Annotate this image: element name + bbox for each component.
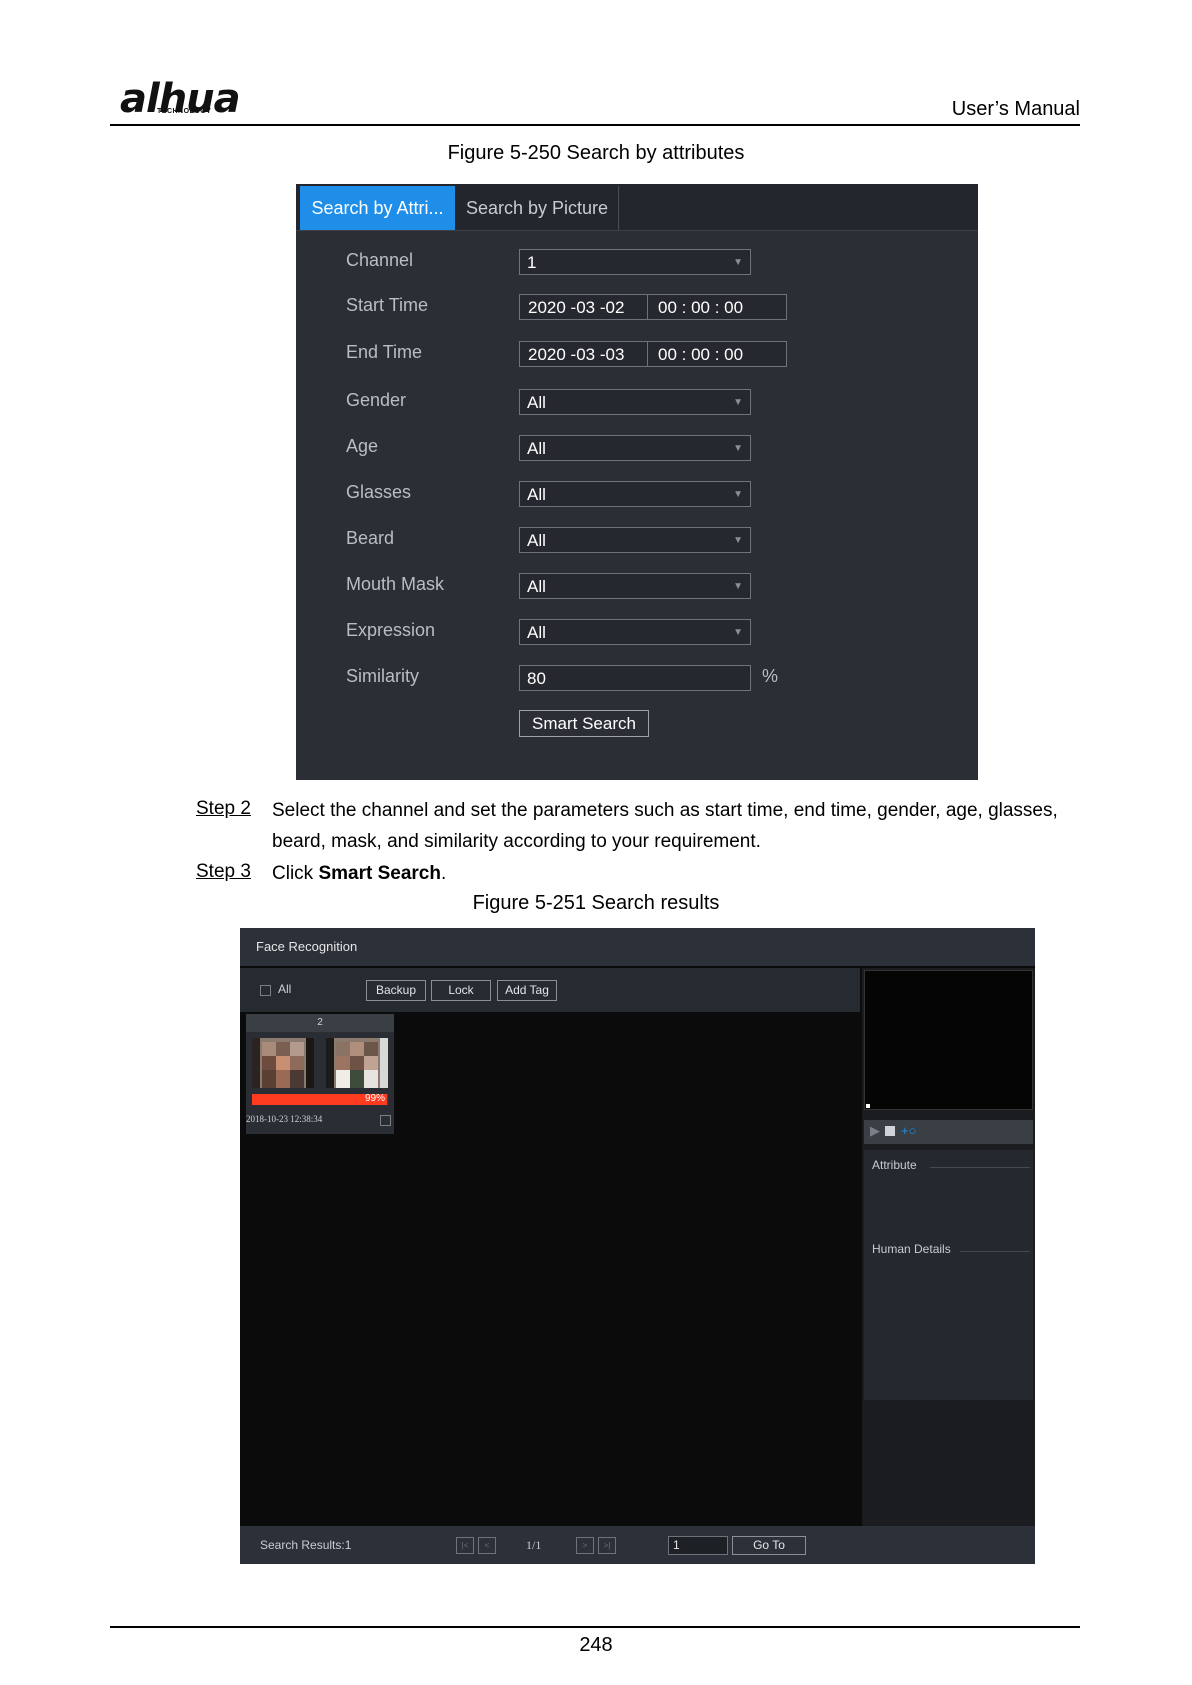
channel-label: Channel	[346, 250, 414, 270]
preview-marker	[866, 1104, 870, 1108]
end-date-value: 2020 -03 -03	[528, 345, 625, 364]
expression-label: Expression	[346, 620, 436, 640]
end-time-input[interactable]: 2020 -03 -03 00 : 00 : 00	[519, 341, 787, 367]
start-clock-value: 00 : 00 : 00	[658, 298, 744, 317]
gender-label: Gender	[346, 390, 407, 410]
similarity-unit: %	[762, 666, 779, 686]
time-divider	[647, 342, 648, 366]
goto-button[interactable]: Go To	[732, 1536, 806, 1555]
figure1-caption: Figure 5-250 Search by attributes	[447, 142, 745, 164]
play-icon[interactable]: ▶	[870, 1123, 880, 1139]
face-thumbnail	[326, 1038, 388, 1088]
step-3-text: Click Smart Search.	[272, 858, 1082, 889]
playback-controls: ▶ +○	[864, 1120, 1033, 1144]
window-title: Face Recognition	[240, 928, 1035, 966]
age-select[interactable]: All ▼	[519, 435, 751, 461]
step-3-label: Step 3	[196, 861, 251, 882]
tab-search-by-attributes[interactable]: Search by Attri...	[300, 186, 455, 230]
step-3-bold: Smart Search	[318, 863, 441, 884]
result-timestamp: 2018-10-23 12:38:34	[246, 1114, 323, 1124]
next-page-button[interactable]: >	[576, 1537, 594, 1554]
mouth-mask-label: Mouth Mask	[346, 574, 445, 594]
page-number: 248	[579, 1634, 613, 1656]
result-count: 2	[246, 1014, 394, 1032]
similarity-bar: 99%	[252, 1093, 388, 1105]
search-results-window: Face Recognition All Backup Lock Add Tag…	[240, 928, 1035, 1564]
glasses-select[interactable]: All ▼	[519, 481, 751, 507]
chevron-down-icon: ▼	[733, 581, 743, 592]
mouth-mask-value: All	[527, 577, 546, 596]
human-details-label: Human Details	[872, 1242, 951, 1256]
video-preview	[864, 970, 1033, 1110]
step-3-suffix: .	[440, 863, 447, 884]
similarity-percent: 99%	[364, 1093, 385, 1104]
search-attributes-panel: Search by Attri... Search by Picture Cha…	[296, 184, 978, 780]
mouth-mask-select[interactable]: All ▼	[519, 573, 751, 599]
logo-subtitle: TECHNOLOGY	[157, 108, 212, 115]
chevron-down-icon: ▼	[733, 257, 743, 268]
detail-panel: ▶ +○ Attribute Human Details	[862, 968, 1035, 1564]
similarity-input[interactable]: 80	[519, 665, 751, 691]
chevron-down-icon: ▼	[733, 397, 743, 408]
chevron-down-icon: ▼	[733, 627, 743, 638]
chevron-down-icon: ▼	[733, 443, 743, 454]
lock-button[interactable]: Lock	[431, 980, 491, 1001]
info-panel: Attribute Human Details	[864, 1150, 1033, 1400]
beard-select[interactable]: All ▼	[519, 527, 751, 553]
smart-search-button[interactable]: Smart Search	[519, 710, 649, 737]
end-time-label: End Time	[346, 342, 423, 362]
tab-search-by-picture[interactable]: Search by Picture	[456, 186, 619, 230]
goto-page-input[interactable]: 1	[668, 1536, 728, 1555]
stop-icon[interactable]	[885, 1126, 895, 1136]
channel-value: 1	[527, 253, 537, 272]
add-tag-icon[interactable]: +○	[901, 1123, 916, 1138]
similarity-value: 80	[527, 669, 546, 688]
divider	[960, 1251, 1030, 1252]
result-card[interactable]: 2 99% 2018-10-23 12:38:34	[246, 1014, 394, 1134]
attribute-label: Attribute	[872, 1158, 917, 1172]
step-2-label: Step 2	[196, 798, 251, 819]
first-page-button[interactable]: |<	[456, 1537, 474, 1554]
step-3-prefix: Click	[272, 863, 319, 884]
divider	[930, 1167, 1030, 1168]
similarity-label: Similarity	[346, 666, 420, 686]
beard-value: All	[527, 531, 546, 550]
prev-page-button[interactable]: <	[478, 1537, 496, 1554]
backup-button[interactable]: Backup	[366, 980, 426, 1001]
age-value: All	[527, 439, 546, 458]
gender-select[interactable]: All ▼	[519, 389, 751, 415]
status-bar: Search Results:1 |< < 1/1 > >| 1 Go To	[240, 1526, 1035, 1564]
age-label: Age	[346, 436, 379, 456]
end-clock-value: 00 : 00 : 00	[658, 345, 744, 364]
page-indicator: 1/1	[526, 1538, 542, 1552]
glasses-value: All	[527, 485, 546, 504]
results-toolbar: All Backup Lock Add Tag	[240, 968, 860, 1012]
start-time-label: Start Time	[346, 295, 429, 315]
result-checkbox[interactable]	[380, 1115, 391, 1126]
time-divider	[647, 295, 648, 319]
dahua-logo: alhua	[120, 76, 241, 122]
step-2-text: Select the channel and set the parameter…	[272, 800, 1058, 852]
last-page-button[interactable]: >|	[598, 1537, 616, 1554]
figure2-caption: Figure 5-251 Search results	[472, 892, 720, 914]
start-time-input[interactable]: 2020 -03 -02 00 : 00 : 00	[519, 294, 787, 320]
search-results-count: Search Results:1	[260, 1538, 352, 1552]
manual-title: User’s Manual	[951, 98, 1080, 120]
select-all-label: All	[278, 982, 292, 996]
expression-select[interactable]: All ▼	[519, 619, 751, 645]
chevron-down-icon: ▼	[733, 489, 743, 500]
glasses-label: Glasses	[346, 482, 412, 502]
beard-label: Beard	[346, 528, 395, 548]
select-all-checkbox[interactable]	[260, 985, 271, 996]
header-rule	[110, 124, 1080, 126]
expression-value: All	[527, 623, 546, 642]
chevron-down-icon: ▼	[733, 535, 743, 546]
face-thumbnail	[252, 1038, 314, 1088]
start-date-value: 2020 -03 -02	[528, 298, 625, 317]
add-tag-button[interactable]: Add Tag	[497, 980, 557, 1001]
channel-select[interactable]: 1 ▼	[519, 249, 751, 275]
tab-bar: Search by Attri... Search by Picture	[296, 184, 978, 231]
gender-value: All	[527, 393, 546, 412]
footer-rule	[110, 1626, 1080, 1628]
